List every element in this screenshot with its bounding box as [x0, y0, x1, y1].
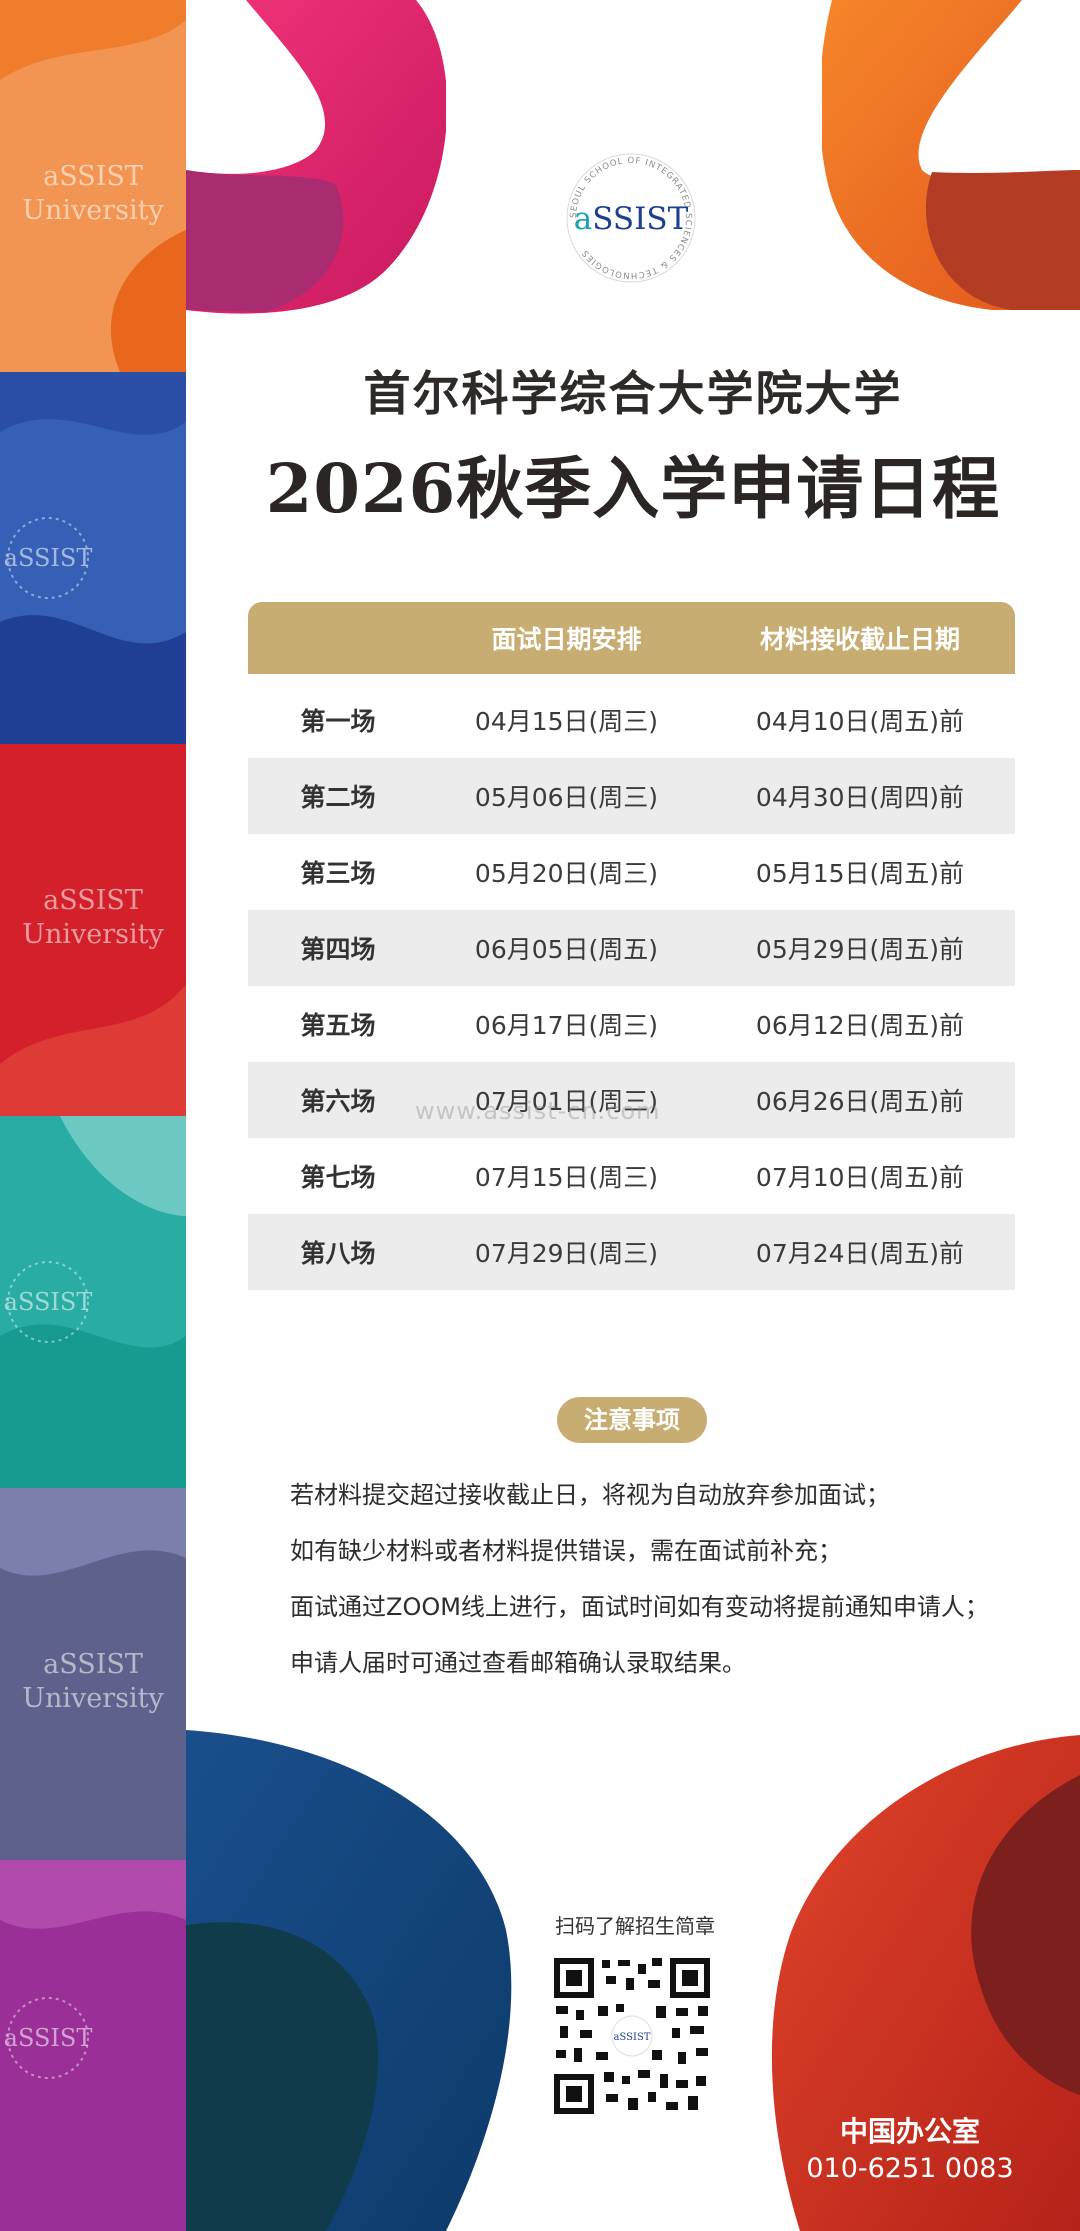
deadline-cell: 04月10日(周五)前 [755, 707, 965, 736]
session-cell: 第五场 [300, 1011, 376, 1040]
table-row: 第三场 05月20日(周三) 05月15日(周五)前 [248, 834, 1015, 910]
table-row: 第七场 07月15日(周三) 07月10日(周五)前 [248, 1138, 1015, 1214]
qr-caption: 扫码了解招生简章 [555, 1914, 715, 1938]
table-row: 第四场 06月05日(周五) 05月29日(周五)前 [248, 910, 1015, 986]
assist-logo: SEOUL SCHOOL OF INTEGRATED SCIENCES & TE… [566, 153, 696, 283]
strip-panel-teal: aSSIST [0, 1116, 186, 1488]
table-row: 第一场 04月15日(周三) 04月10日(周五)前 [248, 682, 1015, 758]
notes-badge: 注意事项 [557, 1397, 707, 1443]
poster: aSSIST University aSSIST aSSIST University… [0, 0, 1080, 2231]
interview-date-cell: 04月15日(周三) [474, 707, 659, 736]
strip-seal-icon: aSSIST [4, 1261, 93, 1343]
strip-brand-line2: University [22, 919, 164, 950]
strip-seal-icon: aSSIST [4, 517, 93, 599]
session-cell: 第二场 [300, 783, 376, 812]
deadline-cell: 05月15日(周五)前 [755, 859, 965, 888]
table-row: 第八场 07月29日(周三) 07月24日(周五)前 [248, 1214, 1015, 1290]
note-line: 如有缺少材料或者材料提供错误，需在面试前补充； [290, 1537, 842, 1565]
ribbon-bottom-left [186, 1730, 512, 2231]
note-line: 申请人届时可通过查看邮箱确认录取结果。 [290, 1649, 746, 1677]
session-cell: 第六场 [300, 1087, 376, 1116]
deadline-cell: 07月10日(周五)前 [755, 1163, 965, 1192]
deadline-cell: 06月26日(周五)前 [755, 1087, 965, 1116]
column-header-interview: 面试日期安排 [491, 625, 642, 654]
session-cell: 第八场 [300, 1239, 376, 1268]
interview-date-cell: 05月20日(周三) [474, 859, 659, 888]
interview-date-cell: 07月15日(周三) [474, 1163, 659, 1192]
svg-text:aSSIST: aSSIST [4, 2024, 93, 2052]
schedule-table: 面试日期安排 材料接收截止日期 第一场 04月15日(周三) 04月10日(周五… [248, 602, 1015, 1290]
page-title: 2026秋季入学申请日程 [265, 449, 1001, 528]
svg-text:aSSIST: aSSIST [4, 544, 93, 572]
qr-code-icon[interactable]: aSSIST [552, 1956, 712, 2116]
ribbon-top-right [822, 0, 1080, 310]
session-cell: 第一场 [300, 707, 376, 736]
session-cell: 第三场 [300, 859, 376, 888]
interview-date-cell: 07月29日(周三) [474, 1239, 659, 1268]
table-row: 第五场 06月17日(周三) 06月12日(周五)前 [248, 986, 1015, 1062]
svg-text:aSSIST: aSSIST [4, 1288, 93, 1316]
deadline-cell: 04月30日(周四)前 [755, 783, 965, 812]
strip-seal-icon: aSSIST [4, 1997, 93, 2079]
interview-date-cell: 05月06日(周三) [474, 783, 659, 812]
note-line: 面试通过ZOOM线上进行，面试时间如有变动将提前通知申请人； [290, 1593, 989, 1621]
svg-text:aSSIST: aSSIST [574, 201, 689, 237]
strip-brand-line1: aSSIST [43, 1649, 143, 1680]
strip-brand-line1: aSSIST [43, 885, 143, 916]
column-header-deadline: 材料接收截止日期 [759, 625, 960, 654]
ribbon-top-left [186, 0, 446, 314]
interview-date-cell: 06月17日(周三) [474, 1011, 659, 1040]
interview-date-cell: 06月05日(周五) [474, 935, 659, 964]
office-phone[interactable]: 010-6251 0083 [790, 2153, 1030, 2184]
note-line: 若材料提交超过接收截止日，将视为自动放弃参加面试； [290, 1481, 890, 1509]
deadline-cell: 05月29日(周五)前 [755, 935, 965, 964]
strip-brand-line1: aSSIST [43, 161, 143, 192]
logo-brand-rest: SSIST [592, 201, 688, 237]
deadline-cell: 07月24日(周五)前 [755, 1239, 965, 1268]
qr-center-label: aSSIST [614, 2032, 651, 2043]
strip-brand-line2: University [22, 195, 164, 226]
table-row: 第二场 05月06日(周三) 04月30日(周四)前 [248, 758, 1015, 834]
strip-panel-purple: aSSIST [0, 1860, 186, 2231]
session-cell: 第四场 [300, 935, 376, 964]
deadline-cell: 06月12日(周五)前 [755, 1011, 965, 1040]
strip-panel-orange: aSSIST University [0, 0, 186, 372]
strip-brand-line2: University [22, 1683, 164, 1714]
table-header: 面试日期安排 材料接收截止日期 [248, 602, 1015, 674]
logo-brand-a: a [574, 201, 592, 237]
strip-panel-slate: aSSIST University [0, 1488, 186, 1860]
strip-panel-blue: aSSIST [0, 372, 186, 744]
page-subtitle: 首尔科学综合大学院大学 [363, 367, 903, 422]
session-cell: 第七场 [300, 1163, 376, 1192]
website-watermark: www.assist-cn.com [415, 1097, 661, 1125]
office-label: 中国办公室 [839, 2115, 980, 2148]
notes-list: 若材料提交超过接收截止日，将视为自动放弃参加面试； 如有缺少材料或者材料提供错误… [290, 1475, 1050, 1699]
strip-panel-red: aSSIST University [0, 744, 186, 1116]
left-color-strip: aSSIST University aSSIST aSSIST University… [0, 0, 186, 2231]
